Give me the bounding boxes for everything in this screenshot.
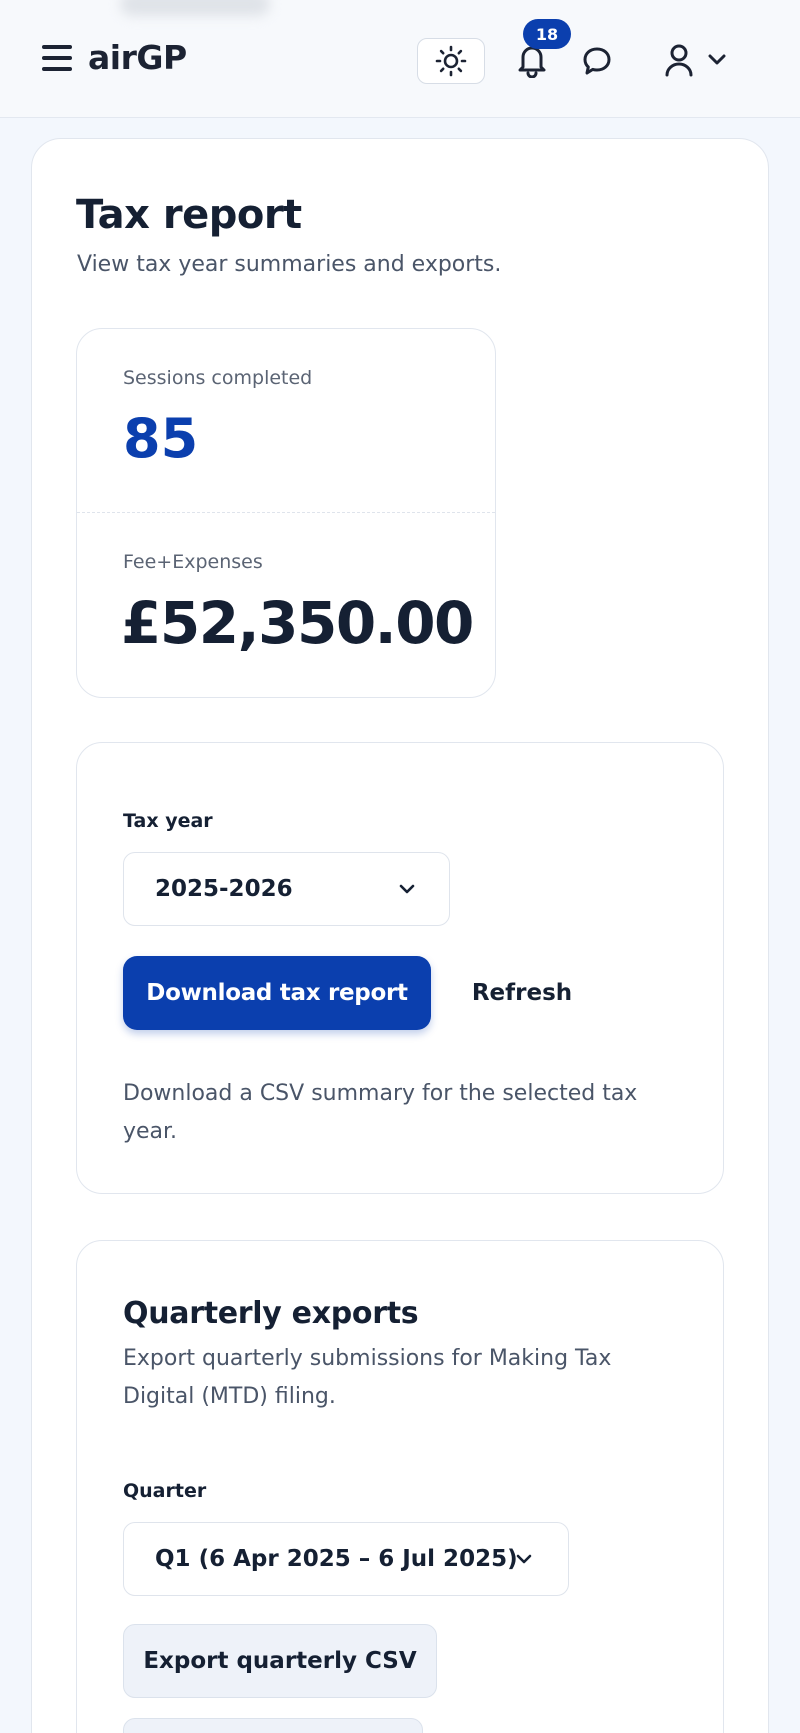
notification-count-badge: 18 [523, 19, 571, 49]
chat-bubble-icon [583, 47, 611, 75]
chevron-down-icon [708, 54, 726, 65]
theme-toggle-button[interactable] [417, 38, 485, 84]
download-tax-report-button[interactable]: Download tax report [123, 956, 431, 1030]
quarter-label: Quarter [123, 1480, 207, 1502]
quarterly-exports-title: Quarterly exports [123, 1296, 419, 1331]
summary-stats-card: Sessions completed 85 Fee+Expenses £52,3… [76, 328, 496, 698]
messages-button[interactable] [576, 40, 618, 82]
export-quarterly-csv-button[interactable]: Export quarterly CSV [123, 1624, 437, 1698]
app-logo[interactable]: airGP [88, 38, 187, 77]
chevron-down-icon [516, 1554, 532, 1564]
account-menu-button[interactable] [655, 38, 735, 82]
stats-divider [77, 512, 495, 513]
page-title: Tax report [76, 192, 302, 238]
tax-year-label: Tax year [123, 810, 213, 832]
sun-icon [435, 45, 467, 77]
chevron-down-icon [399, 884, 415, 894]
tax-report-help-text: Download a CSV summary for the selected … [123, 1081, 638, 1144]
quarterly-exports-description: Export quarterly submissions for Making … [123, 1346, 612, 1409]
refresh-button[interactable]: Refresh [462, 956, 582, 1030]
hamburger-menu-icon[interactable] [42, 45, 74, 73]
secondary-action-button-partial[interactable] [123, 1718, 423, 1733]
user-icon [665, 44, 693, 77]
quarter-select[interactable]: Q1 (6 Apr 2025 – 6 Jul 2025) [123, 1522, 569, 1596]
tax-year-select[interactable]: 2025-2026 [123, 852, 450, 926]
sessions-completed-value: 85 [123, 407, 199, 470]
fee-expenses-label: Fee+Expenses [123, 551, 263, 573]
sessions-completed-label: Sessions completed [123, 367, 313, 389]
quarter-selected-value: Q1 (6 Apr 2025 – 6 Jul 2025) [155, 1546, 518, 1572]
page-subtitle: View tax year summaries and exports. [77, 252, 502, 277]
top-bar: airGP 18 [0, 0, 800, 118]
tax-year-selected-value: 2025-2026 [155, 876, 293, 902]
fee-expenses-value: £52,350.00 [121, 589, 474, 657]
status-bar-blur [120, 0, 270, 16]
